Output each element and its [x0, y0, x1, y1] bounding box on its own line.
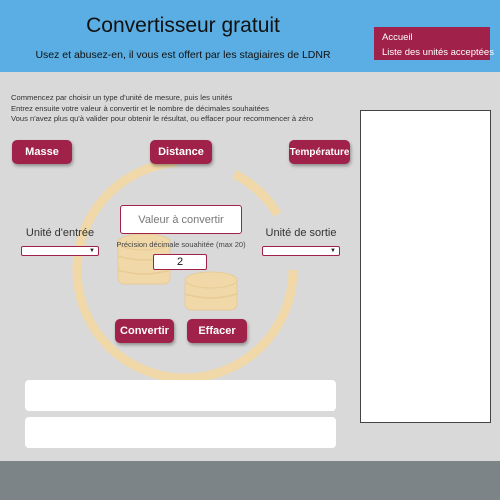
input-unit-select[interactable]: ▼	[21, 246, 99, 256]
instruction-line: Commencez par choisir un type d'unité de…	[11, 93, 233, 102]
result-field	[25, 417, 336, 448]
temperature-button[interactable]: Température	[289, 140, 350, 164]
nav-link-unites[interactable]: Liste des unités acceptées	[382, 45, 494, 60]
value-input[interactable]	[120, 205, 242, 234]
decimals-input[interactable]	[153, 254, 207, 270]
footer	[0, 461, 500, 500]
dropdown-arrow-icon: ▼	[89, 248, 95, 254]
instructions: Commencez par choisir un type d'unité de…	[11, 93, 356, 125]
header: Convertisseur gratuit Usez et abusez-en,…	[0, 0, 500, 72]
instruction-line: Entrez ensuite votre valeur à convertir …	[11, 103, 269, 113]
masse-button[interactable]: Masse	[12, 140, 72, 164]
nav-menu: Accueil Liste des unités acceptées	[374, 27, 494, 60]
result-field	[25, 380, 336, 411]
page-title: Convertisseur gratuit	[86, 14, 280, 37]
convert-button[interactable]: Convertir	[115, 319, 174, 343]
coins-watermark-icon	[72, 157, 298, 383]
clear-button[interactable]: Effacer	[187, 319, 247, 343]
instruction-line: Vous n'avez plus qu'à valider pour obten…	[11, 114, 314, 123]
distance-button[interactable]: Distance	[150, 140, 212, 164]
input-unit-label: Unité d'entrée	[25, 227, 95, 239]
precision-label: Précision décimale souahitée (max 20)	[116, 240, 246, 249]
side-panel	[360, 110, 491, 423]
output-unit-select[interactable]: ▼	[262, 246, 340, 256]
output-unit-label: Unité de sortie	[265, 227, 337, 239]
page-subtitle: Usez et abusez-en, il vous est offert pa…	[35, 49, 331, 61]
dropdown-arrow-icon: ▼	[330, 248, 336, 254]
nav-link-accueil[interactable]: Accueil	[382, 30, 490, 45]
